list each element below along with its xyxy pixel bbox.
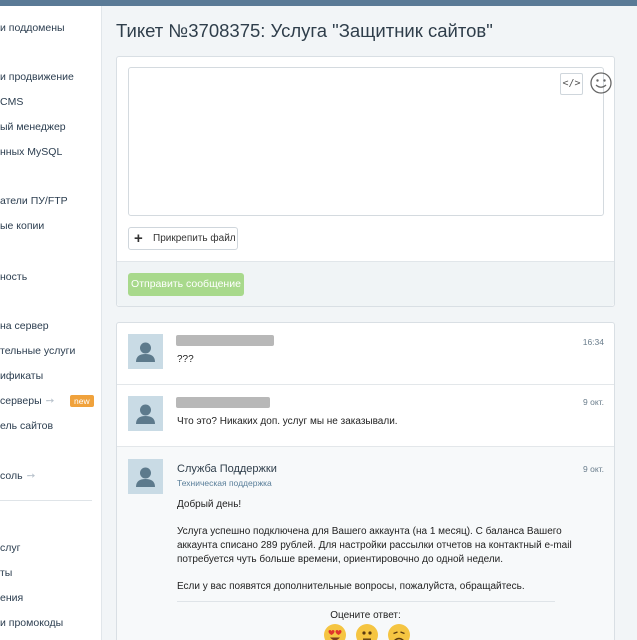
sidebar-item-security[interactable]: ность	[0, 269, 101, 285]
sidebar-item-label: ые копии	[0, 220, 45, 232]
reply-footer: Отправить сообщение	[117, 261, 614, 306]
sidebar-divider	[0, 500, 92, 501]
code-button[interactable]: </>	[560, 73, 583, 95]
avatar	[128, 459, 163, 494]
sidebar-item-backups[interactable]: ые копии	[0, 218, 101, 234]
avatar	[128, 396, 163, 431]
external-arrow-icon: ➙	[45, 395, 55, 407]
sidebar-item-label: соль	[0, 470, 23, 482]
author-name-redacted	[176, 335, 274, 346]
sidebar-item-site-builder[interactable]: ель сайтов	[0, 418, 101, 434]
message-thread: 16:34 ??? 9 окт. Что это? Никаких доп. у…	[116, 322, 615, 640]
sidebar-item-label: на сервер	[0, 320, 49, 332]
sidebar-item-cms[interactable]: CMS	[0, 94, 101, 110]
sidebar-item-extra-services[interactable]: тельные услуги	[0, 343, 101, 359]
sidebar-item-label: ель сайтов	[0, 420, 54, 432]
rating-divider	[177, 601, 555, 602]
external-arrow-icon: ➙	[26, 470, 36, 482]
send-message-button[interactable]: Отправить сообщение	[128, 273, 244, 296]
message-item: 9 окт. Что это? Никаких доп. услуг мы не…	[117, 385, 614, 447]
author-role: Техническая поддержка	[177, 478, 272, 488]
author-name-redacted	[176, 397, 270, 408]
sidebar-item-mysql[interactable]: нных MySQL	[0, 144, 101, 160]
sidebar-item-label: и поддомены	[0, 22, 65, 34]
message-time: 16:34	[582, 337, 604, 347]
sidebar-item-label: слуг	[0, 542, 21, 554]
sidebar-item-label: ый менеджер	[0, 121, 66, 133]
main-content: Тикет №3708375: Услуга "Защитник сайтов"…	[102, 6, 637, 640]
sidebar-item-label: ения	[0, 592, 24, 604]
rating-label: Оцените ответ:	[330, 610, 401, 621]
sidebar-item-certificates[interactable]: ификаты	[0, 368, 101, 384]
message-time: 9 окт.	[583, 464, 604, 474]
message-time: 9 окт.	[583, 397, 604, 407]
support-message: Служба Поддержки Техническая поддержка 9…	[117, 447, 614, 640]
sidebar-item-notifications[interactable]: ения	[0, 590, 101, 606]
disappointed-face-emoji-icon[interactable]	[388, 624, 410, 640]
message-greeting: Добрый день!	[177, 499, 242, 510]
sidebar-item-payments[interactable]: ты	[0, 565, 101, 581]
sidebar-item-subdomains[interactable]: и поддомены	[0, 20, 101, 36]
sidebar-item-label: и продвижение	[0, 71, 74, 83]
sidebar-item-label: нных MySQL	[0, 146, 63, 158]
sidebar-item-label: ность	[0, 271, 28, 283]
sidebar-item-label: атели ПУ/FTP	[0, 195, 68, 207]
sidebar: и поддомены и продвижение CMS ый менедже…	[0, 6, 102, 640]
heart-eyes-emoji-icon[interactable]	[324, 624, 346, 640]
sidebar-item-promocodes[interactable]: и промокоды	[0, 615, 101, 631]
sidebar-item-console[interactable]: соль ➙	[0, 468, 101, 484]
sidebar-item-label: ификаты	[0, 370, 44, 382]
message-closing: Если у вас появятся дополнительные вопро…	[177, 581, 525, 592]
smile-icon[interactable]	[589, 71, 613, 95]
sidebar-item-label: серверы	[0, 395, 42, 407]
attach-file-button[interactable]: + Прикрепить файл	[128, 227, 238, 250]
message-text: ???	[177, 354, 194, 365]
sidebar-item-services[interactable]: слуг	[0, 540, 101, 556]
author-name: Служба Поддержки	[177, 463, 277, 475]
avatar	[128, 334, 163, 369]
reply-form: </> + Прикрепить файл Отправить сообщени…	[116, 56, 615, 307]
message-body: Услуга успешно подключена для Вашего акк…	[177, 526, 572, 565]
rating-emojis	[322, 624, 412, 640]
sidebar-item-label: и промокоды	[0, 617, 64, 629]
sidebar-item-label: ты	[0, 567, 13, 579]
sidebar-item-file-manager[interactable]: ый менеджер	[0, 119, 101, 135]
message-item: 16:34 ???	[117, 323, 614, 385]
sidebar-item-label: CMS	[0, 96, 24, 108]
sidebar-item-server-move[interactable]: на сервер	[0, 318, 101, 334]
new-badge: new	[70, 395, 94, 407]
neutral-face-emoji-icon[interactable]	[356, 624, 378, 640]
message-text: Что это? Никаких доп. услуг мы не заказы…	[177, 416, 398, 427]
page-title: Тикет №3708375: Услуга "Защитник сайтов"	[116, 20, 493, 41]
message-textarea[interactable]: </>	[128, 67, 612, 216]
sidebar-item-promotion[interactable]: и продвижение	[0, 69, 101, 85]
plus-icon: +	[134, 230, 143, 247]
sidebar-item-label: тельные услуги	[0, 345, 76, 357]
sidebar-item-users-ftp[interactable]: атели ПУ/FTP	[0, 193, 101, 209]
attach-file-label: Прикрепить файл	[153, 233, 236, 244]
